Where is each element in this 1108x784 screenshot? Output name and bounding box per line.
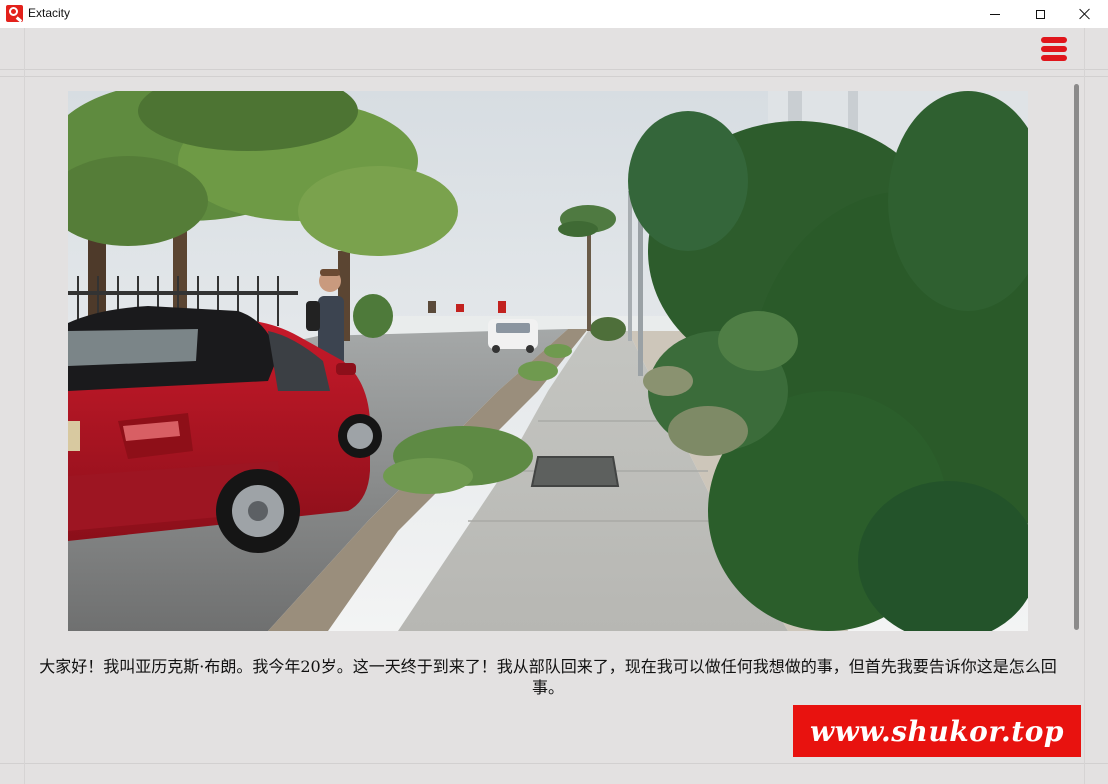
window-title: Extacity	[28, 6, 71, 20]
scene-image	[68, 91, 1028, 631]
dialogue-text: 大家好！我叫亚历克斯·布朗。我今年20岁。这一天终于到来了！我从部队回来了，现在…	[39, 657, 1057, 697]
game-window: Extacity 大家好！我叫亚历克斯·布朗。我今年20岁。这一天终于到来了！我…	[0, 0, 1108, 784]
menu-bar	[1041, 55, 1067, 61]
scrollbar[interactable]	[1074, 84, 1079, 630]
hamburger-menu-icon[interactable]	[1041, 37, 1067, 61]
watermark-text: www.shukor.top	[810, 714, 1064, 748]
menu-bar	[1041, 37, 1067, 43]
close-icon	[1079, 8, 1091, 20]
divider	[24, 28, 25, 784]
divider	[0, 763, 1108, 764]
title-bar: Extacity	[0, 0, 1108, 28]
menu-bar	[1041, 46, 1067, 52]
street-scene-graphic	[68, 91, 1028, 631]
divider	[0, 76, 1108, 77]
maximize-icon	[1035, 9, 1045, 19]
maximize-button[interactable]	[1017, 0, 1063, 28]
minimize-icon	[990, 13, 1000, 15]
watermark-banner: www.shukor.top	[793, 705, 1081, 757]
divider	[0, 69, 1108, 70]
app-logo-icon	[6, 5, 23, 22]
divider	[1084, 28, 1085, 784]
close-button[interactable]	[1062, 0, 1108, 28]
minimize-button[interactable]	[972, 0, 1018, 28]
